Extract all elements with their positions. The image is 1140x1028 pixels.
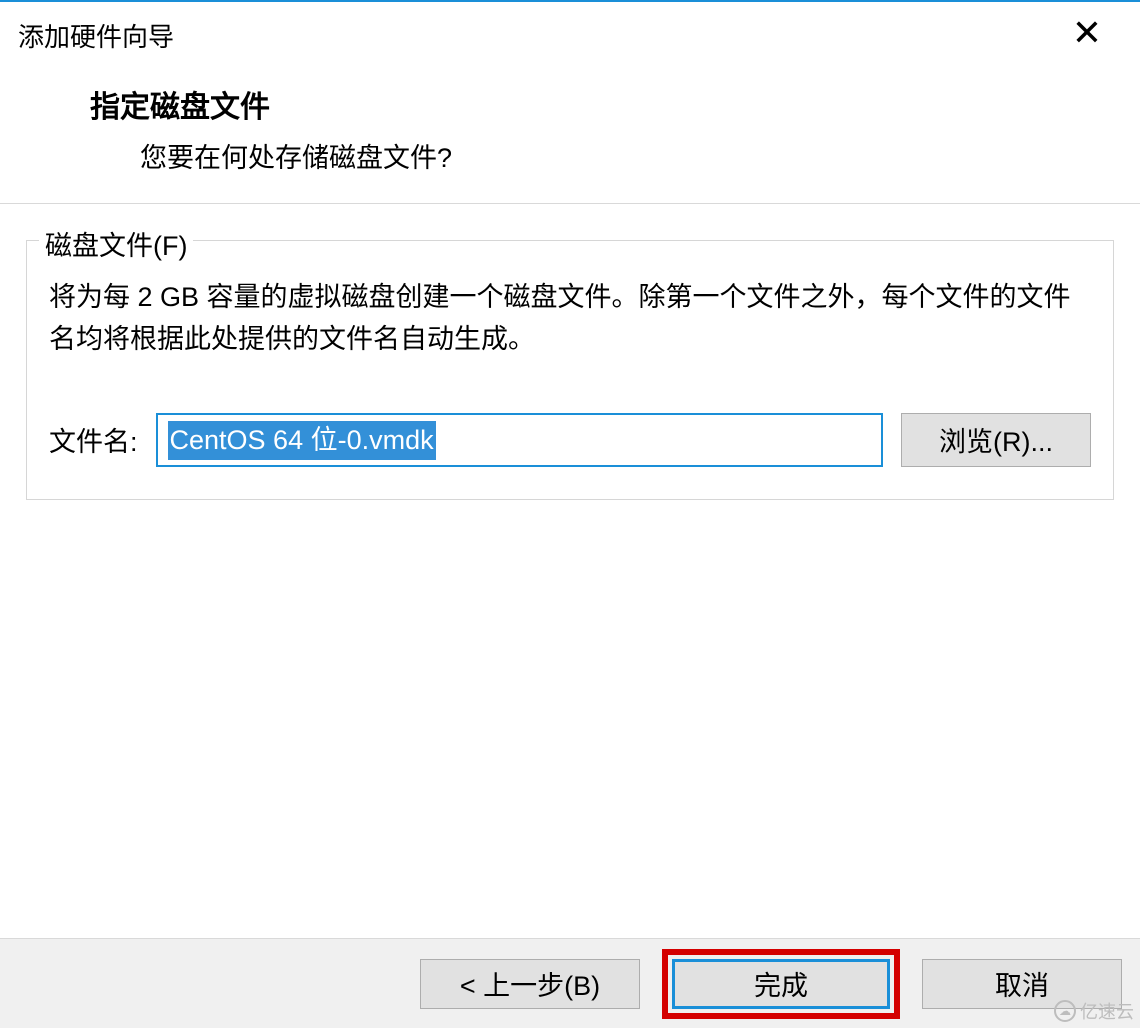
cancel-button[interactable]: 取消 [922,959,1122,1009]
content-area: 磁盘文件(F) 将为每 2 GB 容量的虚拟磁盘创建一个磁盘文件。除第一个文件之… [0,204,1140,500]
back-button[interactable]: < 上一步(B) [420,959,640,1009]
page-subtitle: 您要在何处存储磁盘文件? [140,136,1080,175]
file-name-label: 文件名: [49,420,138,459]
browse-button[interactable]: 浏览(R)... [901,413,1091,467]
group-legend: 磁盘文件(F) [39,224,193,263]
window-title: 添加硬件向导 [18,17,174,54]
finish-button[interactable]: 完成 [672,959,890,1009]
disk-file-group: 磁盘文件(F) 将为每 2 GB 容量的虚拟磁盘创建一个磁盘文件。除第一个文件之… [26,240,1114,500]
wizard-window: 添加硬件向导 ✕ 指定磁盘文件 您要在何处存储磁盘文件? 磁盘文件(F) 将为每… [0,0,1140,1028]
page-title: 指定磁盘文件 [90,82,1080,126]
titlebar: 添加硬件向导 ✕ [0,2,1140,68]
footer: < 上一步(B) 完成 取消 [0,938,1140,1028]
finish-highlight: 完成 [662,949,900,1019]
header-pane: 指定磁盘文件 您要在何处存储磁盘文件? [0,68,1140,203]
file-input-wrap: CentOS 64 位-0.vmdk [156,413,883,467]
file-name-input[interactable] [156,413,883,467]
file-row: 文件名: CentOS 64 位-0.vmdk 浏览(R)... [49,413,1091,467]
group-description: 将为每 2 GB 容量的虚拟磁盘创建一个磁盘文件。除第一个文件之外，每个文件的文… [49,277,1091,361]
close-icon[interactable]: ✕ [1072,18,1102,48]
